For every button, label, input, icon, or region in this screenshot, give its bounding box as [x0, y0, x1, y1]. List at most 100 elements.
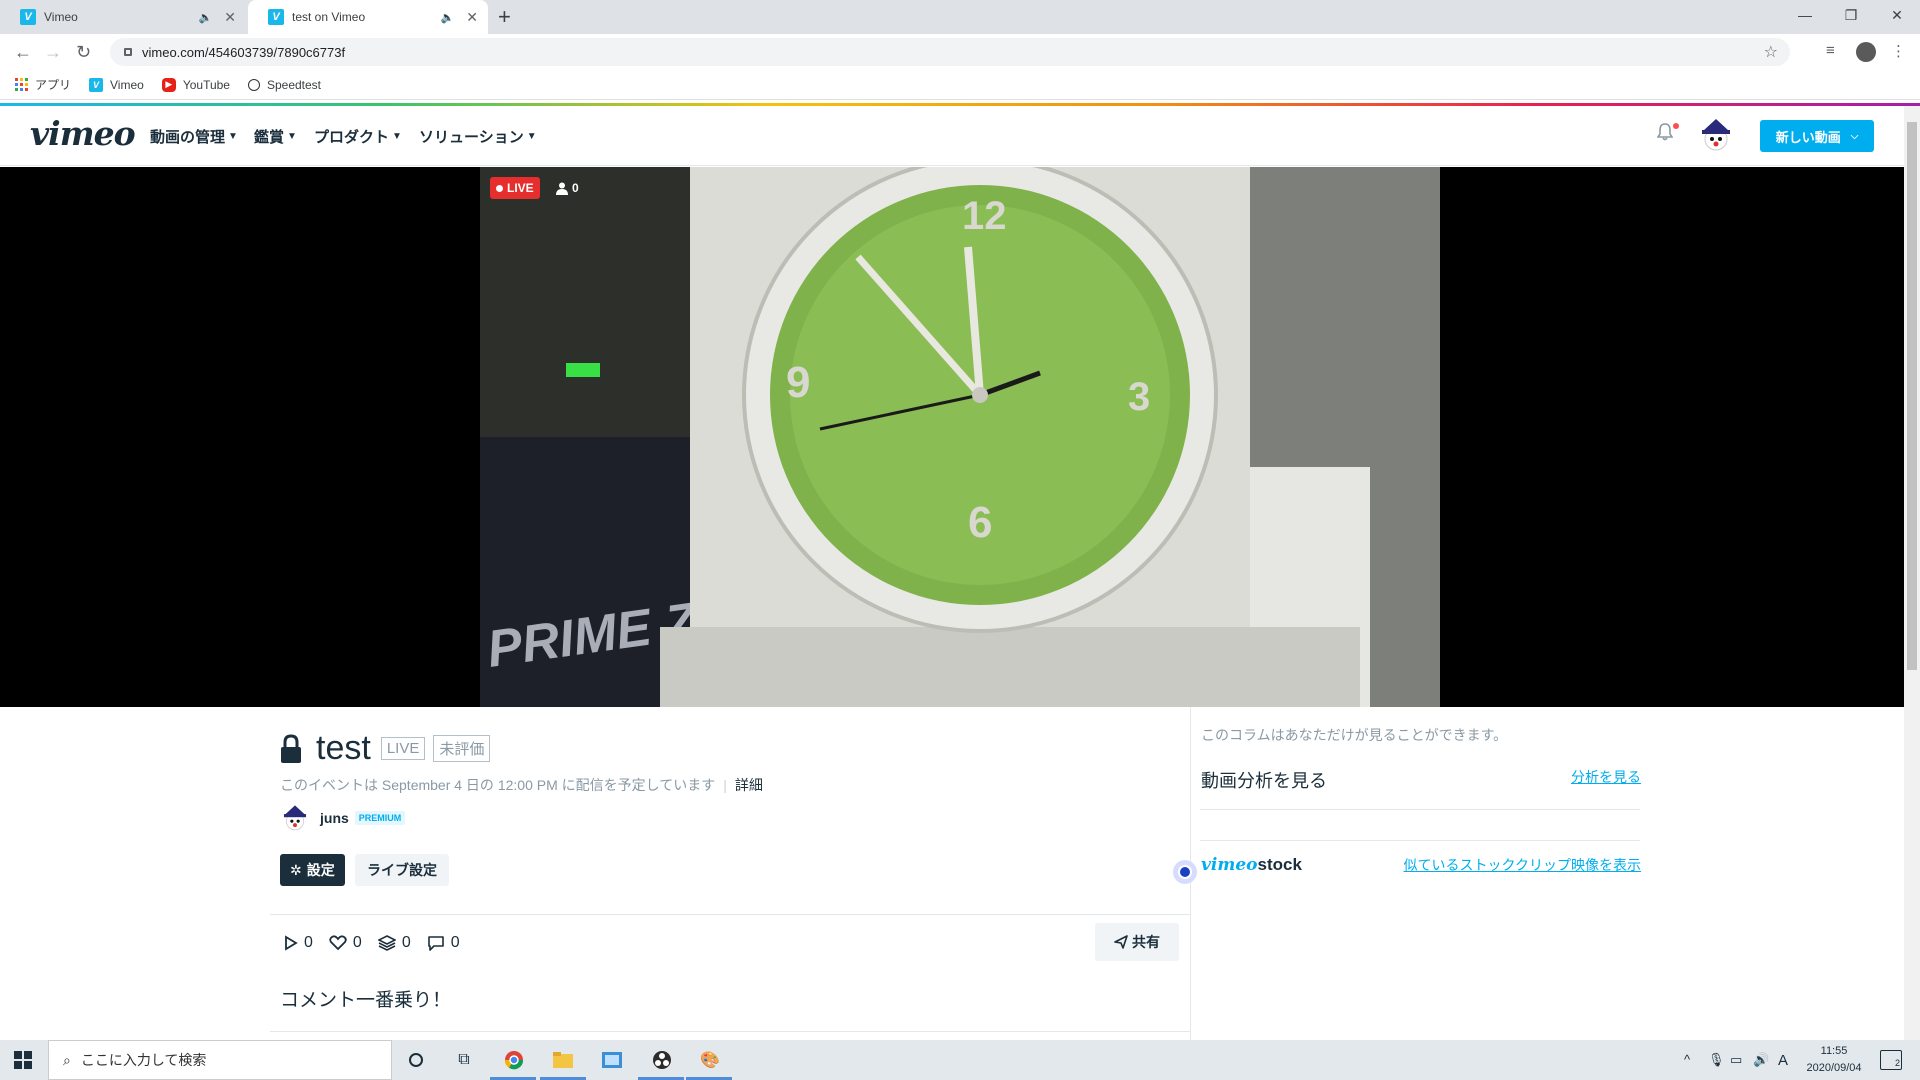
- bookmark-star-icon[interactable]: ☆: [1764, 42, 1778, 62]
- tab-strip: V Vimeo 🔈 ✕ V test on Vimeo 🔈 ✕ + — ❐ ✕: [0, 0, 1920, 34]
- analytics-title: 動画分析を見る: [1201, 771, 1327, 791]
- title-row: test LIVE 未評価: [280, 729, 498, 768]
- taskbar-search[interactable]: ⌕ ここに入力して検索: [48, 1040, 392, 1080]
- nav-products[interactable]: プロダクト ▼: [314, 126, 402, 147]
- bookmark-vimeo[interactable]: V Vimeo: [89, 77, 144, 92]
- chrome-icon[interactable]: [502, 1048, 526, 1072]
- analytics-link[interactable]: 分析を見る: [1571, 767, 1641, 793]
- viewer-count-value: 0: [572, 181, 579, 195]
- tray-overflow-icon[interactable]: ^: [1684, 1052, 1690, 1067]
- bookmark-label: Speedtest: [266, 77, 322, 92]
- nav-label: 動画の管理: [150, 129, 226, 146]
- divider: [270, 914, 1190, 915]
- chevron-down-icon: ▼: [526, 131, 537, 142]
- live-settings-button[interactable]: ライブ設定: [355, 854, 449, 886]
- new-tab-button[interactable]: +: [498, 4, 511, 30]
- paper-plane-icon: [1114, 935, 1128, 949]
- stats-row: 0 0 0 0: [284, 934, 476, 952]
- bookmark-youtube[interactable]: ▶ YouTube: [161, 77, 230, 92]
- svg-text:12: 12: [962, 194, 1007, 238]
- likes-count: 0: [352, 934, 362, 951]
- task-view-icon[interactable]: ⧉: [452, 1048, 476, 1072]
- svg-text:6: 6: [968, 498, 992, 547]
- volume-icon[interactable]: 🔊: [1753, 1052, 1769, 1068]
- nav-solutions[interactable]: ソリューション ▼: [419, 126, 537, 147]
- layers-icon: [377, 935, 396, 951]
- live-badge: LIVE: [490, 177, 540, 199]
- user-avatar[interactable]: [1697, 116, 1735, 154]
- reload-icon[interactable]: ↻: [76, 42, 91, 63]
- owner-sidebar: このコラムはあなただけが見ることができます。 動画分析を見る 分析を見る vim…: [1200, 707, 1641, 1040]
- bookmark-apps[interactable]: アプリ: [14, 76, 71, 93]
- minimize-button[interactable]: —: [1782, 0, 1828, 30]
- bell-icon[interactable]: [1656, 123, 1674, 146]
- nav-watch[interactable]: 鑑賞 ▼: [254, 126, 297, 147]
- cursor-indicator: [1173, 860, 1197, 884]
- details-link[interactable]: 詳細: [735, 777, 763, 793]
- control-panel-icon[interactable]: [600, 1048, 624, 1072]
- taskbar-search-placeholder: ここに入力して検索: [80, 1052, 207, 1068]
- network-icon[interactable]: ▭: [1730, 1052, 1742, 1068]
- likes-stat[interactable]: 0: [329, 934, 362, 952]
- address-bar[interactable]: vimeo.com/454603739/7890c6773f ☆: [110, 38, 1790, 66]
- close-tab-icon[interactable]: ✕: [466, 9, 478, 26]
- forward-icon[interactable]: →: [44, 42, 62, 63]
- separator: |: [723, 777, 727, 793]
- vimeo-logo[interactable]: vimeo: [30, 114, 136, 153]
- tab-title: test on Vimeo: [292, 10, 366, 24]
- svg-text:3: 3: [1128, 375, 1150, 419]
- ime-indicator[interactable]: A: [1778, 1052, 1788, 1069]
- scrollbar-thumb[interactable]: [1907, 122, 1917, 670]
- close-tab-icon[interactable]: ✕: [224, 9, 236, 26]
- microphone-icon[interactable]: 🎙: [1708, 1052, 1725, 1068]
- video-frame[interactable]: PRIME Z390-A 12 3 6 9: [480, 167, 1440, 707]
- notification-center-icon[interactable]: 2: [1880, 1050, 1902, 1070]
- obs-icon[interactable]: [650, 1048, 674, 1072]
- clock-time: 11:55: [1820, 1045, 1848, 1057]
- notification-count: 2: [1894, 1058, 1900, 1068]
- heart-icon: [329, 935, 347, 951]
- stock-link[interactable]: 似ているストッククリップ映像を表示: [1404, 855, 1641, 875]
- browser-tab-vimeo[interactable]: V Vimeo 🔈 ✕: [0, 0, 246, 34]
- person-icon: [556, 182, 568, 195]
- bookmark-label: アプリ: [35, 78, 72, 92]
- nav-manage-videos[interactable]: 動画の管理 ▼: [150, 126, 238, 147]
- live-dot-icon: [496, 184, 503, 192]
- share-button[interactable]: 共有: [1095, 923, 1179, 961]
- settings-button[interactable]: ✲ 設定: [280, 854, 345, 886]
- stock-logo-stock: stock: [1257, 855, 1302, 874]
- divider: [270, 1031, 1190, 1032]
- browser-tab-test-on-vimeo[interactable]: V test on Vimeo 🔈 ✕: [248, 0, 488, 34]
- menu-icon[interactable]: ⋮: [1891, 42, 1906, 60]
- paint-icon[interactable]: 🎨: [698, 1048, 722, 1072]
- windows-start-icon[interactable]: [14, 1051, 32, 1069]
- browser-toolbar: ← → ↻ vimeo.com/454603739/7890c6773f ☆ ≡…: [0, 34, 1920, 70]
- gear-icon: ✲: [290, 861, 302, 878]
- close-window-button[interactable]: ✕: [1874, 0, 1920, 30]
- file-explorer-icon[interactable]: [551, 1048, 575, 1072]
- owner-avatar[interactable]: [280, 803, 310, 833]
- video-title: test: [316, 729, 371, 767]
- restore-button[interactable]: ❐: [1828, 0, 1874, 30]
- nav-label: ソリューション: [419, 129, 524, 146]
- speaker-icon[interactable]: 🔈: [199, 11, 213, 24]
- lock-icon: [281, 733, 301, 763]
- unrated-tag[interactable]: 未評価: [433, 735, 491, 762]
- plays-stat: 0: [284, 934, 313, 952]
- collections-stat[interactable]: 0: [377, 934, 411, 952]
- collections-count: 0: [401, 934, 411, 951]
- media-control-icon[interactable]: ≡: [1826, 42, 1835, 59]
- profile-avatar-icon[interactable]: [1856, 42, 1876, 62]
- video-player[interactable]: PRIME Z390-A 12 3 6 9: [0, 167, 1904, 707]
- speaker-icon[interactable]: 🔈: [441, 11, 455, 24]
- settings-label: 設定: [306, 862, 335, 878]
- owner-name[interactable]: juns: [320, 810, 349, 826]
- vimeo-favicon-icon: V: [20, 9, 36, 25]
- back-icon[interactable]: ←: [14, 42, 32, 63]
- youtube-icon: ▶: [161, 77, 176, 92]
- bookmark-speedtest[interactable]: Speedtest: [247, 77, 322, 92]
- comments-stat[interactable]: 0: [427, 934, 460, 952]
- cortana-icon[interactable]: [404, 1048, 428, 1072]
- taskbar-clock[interactable]: 11:55 2020/09/04: [1796, 1043, 1872, 1077]
- new-video-button[interactable]: 新しい動画 ⌵: [1760, 120, 1874, 152]
